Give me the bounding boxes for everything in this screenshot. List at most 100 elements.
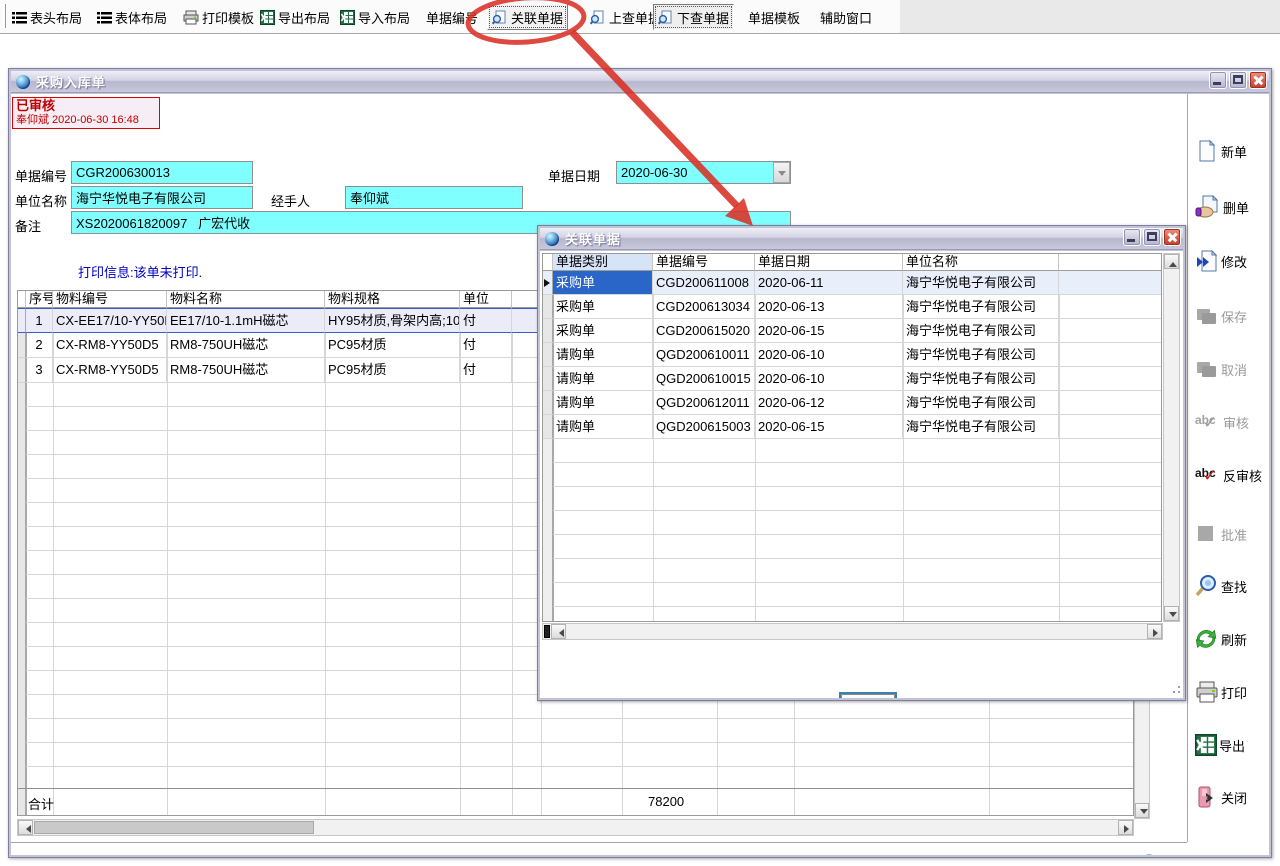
toolbar-item-aux-window[interactable]: 辅助窗口 — [816, 4, 876, 30]
printer-icon — [183, 10, 199, 25]
status-detail: 奉仰斌 2020-06-30 16:48 — [16, 113, 156, 127]
toolbar-item-related-docs[interactable]: 关联单据 — [487, 4, 568, 30]
export-button[interactable]: 导出 — [1195, 730, 1269, 760]
column-header[interactable]: 序号 — [26, 291, 53, 308]
list-item[interactable]: 请购单 QGD200615003 2020-06-15 海宁华悦电子有限公司 — [543, 415, 1162, 439]
column-header[interactable]: 单据类别 — [553, 254, 653, 271]
toolbar-item-print-template[interactable]: 打印模板 — [179, 4, 258, 30]
toolbar-item-label: 表头布局 — [30, 8, 82, 27]
toolbar-item-body-layout[interactable]: 表体布局 — [93, 4, 171, 30]
scroll-up-button[interactable] — [1164, 254, 1179, 269]
dialog-maximize-button[interactable] — [1143, 228, 1161, 246]
audit-icon: abc✓ — [1195, 411, 1221, 433]
cancel-button: 取消 — [1195, 354, 1269, 384]
handler-field[interactable] — [345, 186, 523, 209]
approve-button: 批准 — [1195, 519, 1269, 549]
list-item[interactable]: 请购单 QGD200610015 2020-06-10 海宁华悦电子有限公司 — [543, 367, 1162, 391]
doc-search-icon — [590, 10, 606, 25]
find-button[interactable]: 查找 — [1195, 571, 1269, 601]
dialog-resize-grip[interactable] — [1170, 683, 1182, 695]
toolbar-item-header-layout[interactable]: 表头布局 — [8, 4, 86, 30]
dialog-vscrollbar[interactable] — [1163, 253, 1180, 622]
column-header[interactable]: 物料规格 — [325, 291, 460, 308]
scroll-right-button[interactable] — [1118, 820, 1133, 835]
list-item[interactable]: 采购单 CGD200615020 2020-06-15 海宁华悦电子有限公司 — [543, 319, 1162, 343]
dialog-titlebar[interactable]: 关联单据 — [540, 228, 1183, 250]
list-item[interactable]: 采购单 CGD200613034 2020-06-13 海宁华悦电子有限公司 — [543, 295, 1162, 319]
toolbar-item-import-layout[interactable]: 导入布局 — [336, 4, 414, 30]
dialog-grid-header[interactable]: 单据类别 单据编号 单据日期 单位名称 — [543, 254, 1162, 271]
delete-doc-button[interactable]: 删单 — [1195, 192, 1269, 222]
toolbar-item-lookup-down[interactable]: 下查单据 — [653, 4, 734, 30]
unaudit-button[interactable]: abc✓ 反审核 — [1195, 460, 1269, 490]
quick-launch-icon[interactable] — [1138, 854, 1160, 855]
unaudit-icon: abc✓ — [1195, 464, 1221, 486]
refresh-button[interactable]: 刷新 — [1195, 624, 1269, 654]
toolbar-gray-panel — [900, 0, 1280, 33]
new-doc-icon — [1195, 139, 1219, 163]
print-button[interactable]: 打印 — [1195, 677, 1269, 707]
toolbar-item-label: 导出布局 — [278, 8, 330, 27]
column-header[interactable]: 单据日期 — [755, 254, 903, 271]
unit-name-field[interactable] — [71, 186, 253, 209]
dialog-close-action-button[interactable]: 关闭 — [839, 692, 897, 698]
toolbar-item-label: 单据编号 — [426, 8, 478, 27]
nav-first-record[interactable]: 首记录 — [38, 852, 97, 855]
related-docs-grid[interactable]: 单据类别 单据编号 单据日期 单位名称 采购单 CGD200611008 202… — [542, 253, 1162, 622]
toolbar-grip[interactable] — [3, 4, 6, 28]
dialog-hscrollbar[interactable] — [542, 623, 1163, 640]
total-row: 合计 78200 — [18, 788, 1133, 816]
doc-no-label: 单据编号 — [15, 166, 67, 185]
doc-search-icon — [658, 10, 674, 25]
list-item[interactable]: 请购单 QGD200610011 2020-06-10 海宁华悦电子有限公司 — [543, 343, 1162, 367]
scroll-left-button[interactable] — [551, 624, 566, 639]
toolbar-item-label: 打印模板 — [202, 8, 254, 27]
toolbar-item-doc-template[interactable]: 单据模板 — [744, 4, 804, 30]
unit-name-label: 单位名称 — [15, 191, 67, 210]
list-layout-icon — [12, 10, 27, 25]
close-button[interactable] — [1249, 71, 1267, 89]
hscrollbar-thumb[interactable] — [544, 625, 550, 638]
app-globe-icon — [16, 75, 30, 89]
list-layout-icon — [97, 10, 112, 25]
status-badge: 已审核 — [16, 99, 156, 113]
scroll-down-button[interactable] — [1164, 606, 1179, 621]
dialog-close-button[interactable] — [1163, 228, 1181, 246]
close-form-button[interactable]: 关闭 — [1195, 782, 1269, 812]
print-info-text: 打印信息:该单未打印. — [78, 262, 202, 281]
list-item[interactable]: 请购单 QGD200612011 2020-06-12 海宁华悦电子有限公司 — [543, 391, 1162, 415]
minimize-button[interactable] — [1209, 71, 1227, 89]
hscrollbar-thumb[interactable] — [34, 821, 314, 834]
audit-status-box: 已审核 奉仰斌 2020-06-30 16:48 — [12, 97, 160, 129]
current-row-marker — [544, 279, 553, 287]
column-header[interactable]: 物料编号 — [53, 291, 167, 308]
dialog-globe-icon — [545, 232, 559, 246]
column-header[interactable]: 单位 — [460, 291, 512, 308]
date-dropdown-button[interactable] — [773, 162, 790, 183]
toolbar-item-doc-number[interactable]: 单据编号 — [422, 4, 482, 30]
dialog-minimize-button[interactable] — [1123, 228, 1141, 246]
save-icon — [1195, 304, 1219, 328]
scroll-right-button[interactable] — [1147, 624, 1162, 639]
new-doc-button[interactable]: 新单 — [1195, 136, 1269, 166]
items-grid-hscrollbar[interactable] — [17, 819, 1134, 836]
toolbar-item-export-layout[interactable]: 导出布局 — [256, 4, 334, 30]
scroll-left-button[interactable] — [18, 820, 33, 835]
total-label: 合计 — [28, 794, 54, 813]
column-header[interactable]: 单位名称 — [903, 254, 1059, 271]
doc-no-field[interactable] — [71, 161, 253, 184]
nav-previous-record[interactable]: 上一个 — [133, 852, 189, 855]
nav-last-record[interactable]: 末记录 — [301, 852, 360, 855]
main-window-titlebar[interactable]: 采购入库单 — [11, 71, 1269, 93]
sidebar-divider — [1187, 94, 1188, 842]
total-value: 78200 — [648, 794, 684, 809]
toolbar-item-label: 辅助窗口 — [820, 8, 872, 27]
list-item[interactable]: 采购单 CGD200611008 2020-06-11 海宁华悦电子有限公司 — [543, 271, 1162, 295]
scroll-down-button[interactable] — [1135, 803, 1149, 818]
nav-next-record[interactable]: 下一个 — [219, 852, 275, 855]
modify-button[interactable]: 修改 — [1195, 246, 1269, 276]
maximize-button[interactable] — [1229, 71, 1247, 89]
column-header[interactable]: 单据编号 — [653, 254, 755, 271]
doc-date-field[interactable] — [616, 161, 791, 184]
column-header[interactable]: 物料名称 — [167, 291, 325, 308]
